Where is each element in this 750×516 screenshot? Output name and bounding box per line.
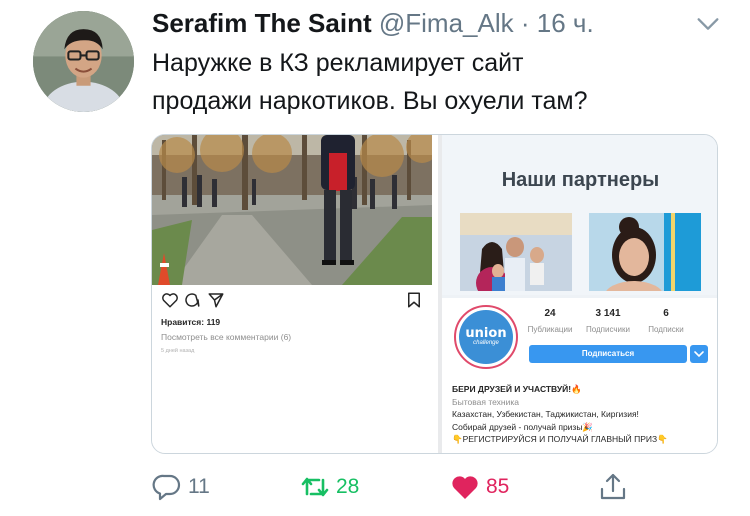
stat-value: 6 (663, 308, 669, 319)
logo-subtext: challenge (473, 340, 499, 346)
like-count: 85 (486, 475, 510, 498)
chevron-down-icon[interactable] (694, 10, 722, 38)
bookmark-icon[interactable] (405, 291, 423, 309)
stat-posts[interactable]: 24 Публикации (520, 308, 580, 334)
partner-photo (589, 213, 701, 291)
like-button[interactable]: 85 (450, 468, 509, 506)
avatar-image (33, 11, 134, 112)
profile-bio: БЕРИ ДРУЗЕЙ И УЧАСТВУЙ!🔥 Бытовая техника… (452, 383, 714, 446)
comment-icon[interactable] (183, 291, 201, 309)
bio-line: Казахстан, Узбекистан, Таджикистан, Кирг… (452, 409, 639, 419)
profile-avatar[interactable]: union challenge (454, 305, 518, 369)
share-button[interactable] (598, 468, 634, 506)
stat-label: Подписчики (585, 325, 630, 334)
display-name[interactable]: Serafim The Saint (152, 8, 372, 38)
profile-stats: 24 Публикации 3 141 Подписчики 6 Подписк… (528, 308, 710, 338)
tweet-text-line: Наружке в КЗ рекламирует сайт (152, 49, 524, 77)
logo-text: union (465, 326, 507, 341)
instagram-post-screenshot: Нравится: 119 Посмотреть все комментарии… (152, 135, 438, 453)
street-photo (152, 135, 432, 285)
stat-value: 3 141 (595, 308, 621, 319)
stat-label: Публикации (527, 325, 573, 334)
bio-line: 👇РЕГИСТРИРУЙСЯ И ПОЛУЧАЙ ГЛАВНЫЙ ПРИЗ👇 (452, 434, 668, 444)
bio-category: Бытовая техника (452, 396, 519, 407)
stat-following[interactable]: 6 Подписки (636, 308, 696, 334)
share-icon (600, 473, 626, 500)
handle[interactable]: @Fima_Alk (379, 8, 514, 38)
send-icon[interactable] (207, 291, 225, 309)
reply-count: 11 (188, 475, 210, 498)
tweet-actions: 11 28 85 (152, 468, 642, 506)
separator: · (520, 8, 530, 38)
post-action-row (161, 291, 426, 309)
like-icon (452, 476, 478, 499)
chevron-down-icon (694, 351, 704, 358)
woman-photo (589, 213, 701, 291)
retweet-icon (301, 477, 329, 497)
stat-label: Подписки (648, 325, 684, 334)
timestamp[interactable]: 16 ч. (537, 8, 594, 38)
reply-button[interactable]: 11 (152, 468, 210, 506)
retweet-count: 28 (336, 475, 360, 498)
reply-icon (152, 474, 181, 501)
partner-photo (460, 213, 572, 291)
union-logo: union challenge (459, 310, 513, 364)
heart-outline-icon[interactable] (161, 291, 179, 309)
tweet-text-line: продажи наркотиков. Вы охуели там? (152, 87, 588, 115)
post-likes[interactable]: Нравится: 119 (161, 317, 220, 327)
partners-panel: Наши партнеры (442, 135, 717, 295)
profile-panel: union challenge 24 Публикации 3 141 Подп… (442, 298, 717, 453)
profile-screenshot: Наши партнеры union challenge 24 Публика… (442, 135, 717, 453)
tweet-media[interactable]: Нравится: 119 Посмотреть все комментарии… (151, 134, 718, 454)
tweet-header: Serafim The Saint @Fima_Alk · 16 ч. (152, 6, 730, 40)
retweet-button[interactable]: 28 (300, 468, 359, 506)
post-photo (152, 135, 432, 285)
stat-value: 24 (544, 308, 556, 319)
tweet-text: Наружке в КЗ рекламирует сайт продажи на… (152, 44, 732, 120)
partners-title: Наши партнеры (501, 169, 660, 191)
suggested-dropdown-button[interactable] (690, 345, 708, 363)
family-photo (460, 213, 572, 291)
follow-button[interactable]: Подписаться (529, 345, 687, 363)
post-date: 5 дней назад (161, 348, 195, 354)
bio-headline: БЕРИ ДРУЗЕЙ И УЧАСТВУЙ!🔥 (452, 384, 582, 394)
stat-followers[interactable]: 3 141 Подписчики (578, 308, 638, 334)
avatar[interactable] (33, 11, 134, 112)
bio-line: Собирай друзей - получай призы🎉 (452, 421, 594, 432)
post-comments-link[interactable]: Посмотреть все комментарии (6) (161, 332, 291, 342)
